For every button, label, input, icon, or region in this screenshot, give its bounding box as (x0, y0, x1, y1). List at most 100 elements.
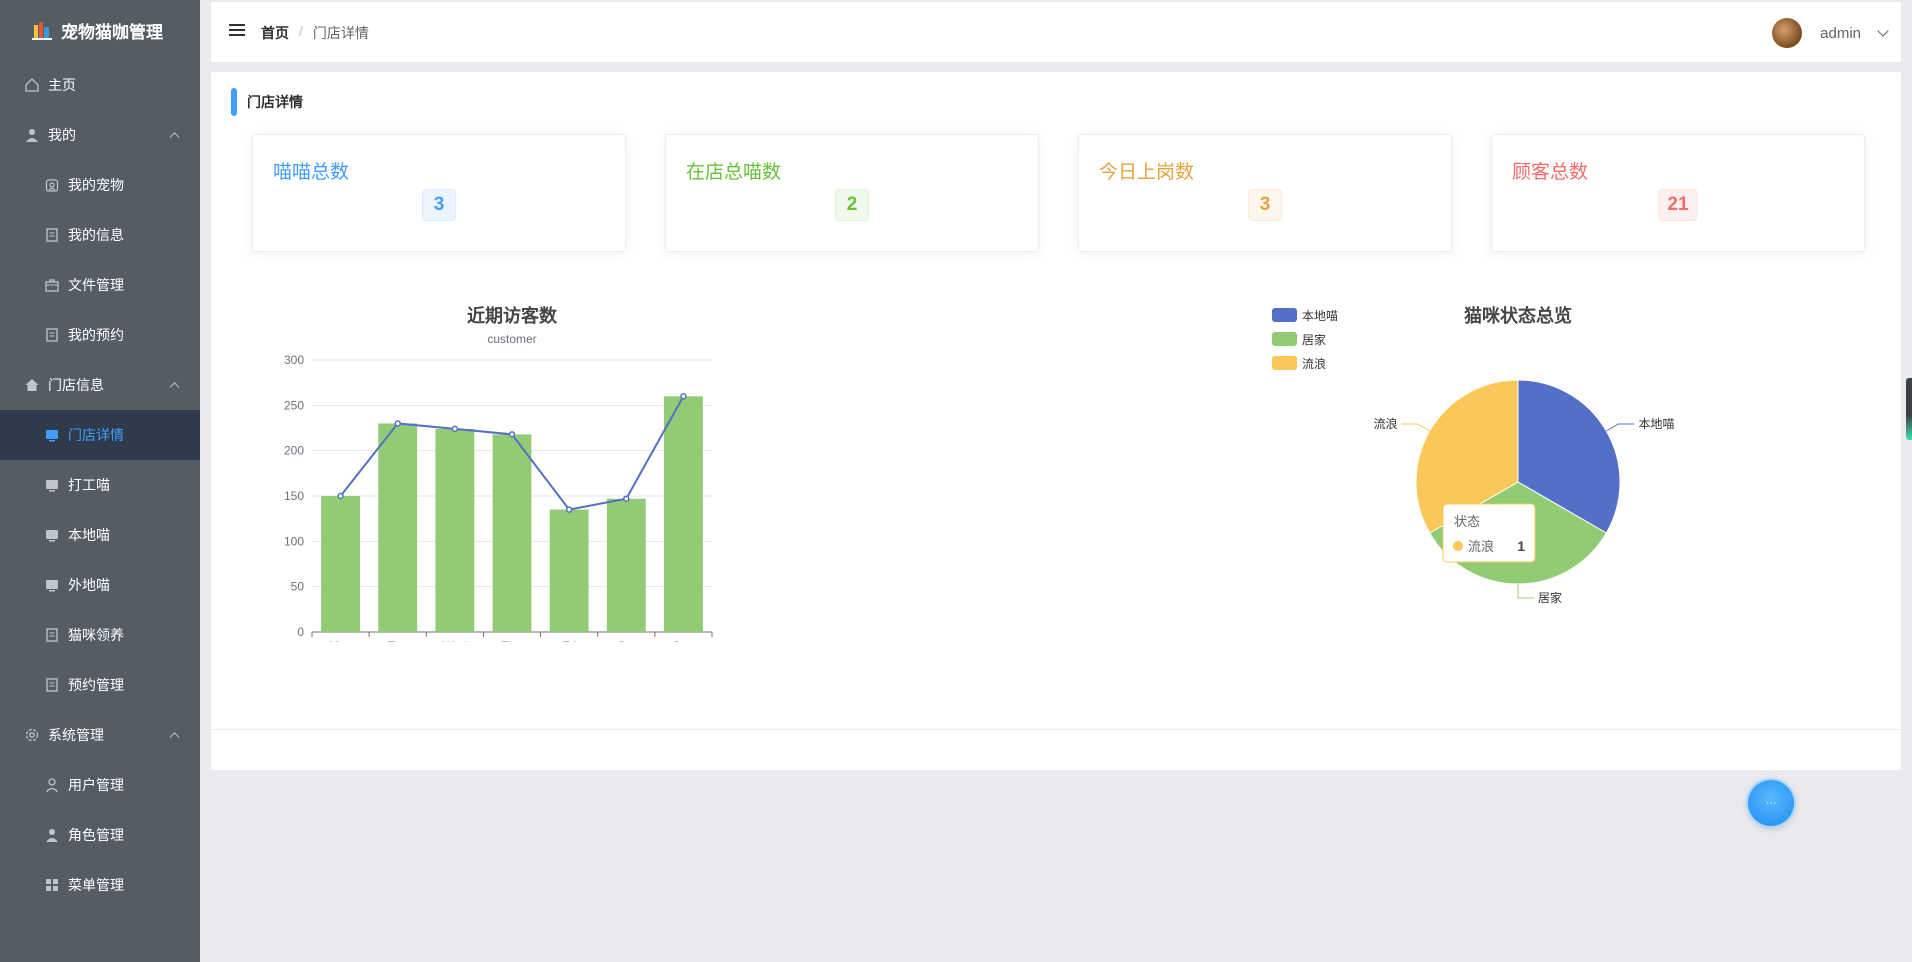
monitor-icon (44, 477, 60, 493)
x-tick-label: Sat (617, 639, 636, 642)
sidebar: 宠物猫咖管理 主页我的我的宠物 我的信息文件管理我的预约门店信息门店详情打工喵本地… (0, 0, 200, 962)
line-point-Tue[interactable] (394, 420, 401, 427)
x-tick-label: Sun (673, 639, 694, 642)
user-icon (24, 127, 40, 143)
bar-Thu[interactable] (492, 434, 532, 632)
sidebar-item-9[interactable]: 本地喵 (0, 510, 200, 560)
chevron-down-icon[interactable] (1877, 25, 1889, 37)
sidebar-item-6[interactable]: 门店信息 (0, 360, 200, 410)
sidebar-item-13[interactable]: 系统管理 (0, 710, 200, 760)
legend-label[interactable]: 居家 (1302, 332, 1326, 347)
fab-label: ··· (1765, 797, 1777, 809)
sidebar-item-label: 外地喵 (68, 577, 110, 593)
sidebar-item-3[interactable]: 我的信息 (0, 210, 200, 260)
y-tick-label: 300 (284, 353, 304, 367)
legend-swatch-2[interactable] (1272, 356, 1297, 370)
sidebar-item-label: 我的 (48, 127, 76, 143)
sidebar-item-16[interactable]: 菜单管理 (0, 860, 200, 910)
sidebar-item-0[interactable]: 主页 (0, 60, 200, 110)
sidebar-item-1[interactable]: 我的 (0, 110, 200, 160)
document-icon (44, 227, 60, 243)
line-point-Sun[interactable] (680, 393, 687, 400)
logo-icon (32, 22, 52, 40)
avatar[interactable] (1772, 18, 1803, 48)
sidebar-item-label: 门店信息 (48, 377, 104, 393)
sidebar-item-label: 猫咪领养 (68, 627, 124, 643)
bar-Sat[interactable] (606, 498, 646, 632)
chart-subtitle: customer (487, 332, 536, 346)
sidebar-item-14[interactable]: 用户管理 (0, 760, 200, 810)
document-icon (44, 627, 60, 643)
sidebar-item-15[interactable]: 角色管理 (0, 810, 200, 860)
section-title-text: 门店详情 (247, 94, 303, 110)
bar-Wed[interactable] (435, 428, 475, 632)
tooltip-marker (1453, 541, 1463, 551)
home-icon (24, 77, 40, 93)
monitor-icon (44, 577, 60, 593)
sidebar-item-label: 我的预约 (68, 327, 124, 343)
legend-label[interactable]: 本地喵 (1302, 309, 1338, 323)
floating-action-button[interactable]: ··· (1748, 780, 1794, 826)
scroll-handle[interactable] (1906, 378, 1912, 440)
chart-title: 猫咪状态总览 (1464, 305, 1572, 326)
sidebar-item-7[interactable]: 门店详情 (0, 410, 200, 460)
sidebar-item-12[interactable]: 预约管理 (0, 660, 200, 710)
stat-value-badge: 3 (1248, 189, 1282, 221)
chart-title: 近期访客数 (467, 305, 558, 326)
app-title: 宠物猫咖管理 (61, 22, 163, 42)
username[interactable]: admin (1820, 25, 1861, 42)
sidebar-item-label: 角色管理 (68, 827, 124, 843)
pie-label: 流浪 (1374, 416, 1398, 431)
line-point-Sat[interactable] (623, 495, 630, 502)
sidebar-item-11[interactable]: 猫咪领养 (0, 610, 200, 660)
user-icon (44, 827, 60, 843)
visitor-chart: 近期访客数 customer 0 50 100 150 200 250 300 Mon Tue Wed… (284, 305, 713, 642)
chevron-up-icon[interactable] (169, 132, 180, 143)
breadcrumb-home[interactable]: 首页 (261, 23, 289, 43)
tooltip-title: 状态 (1454, 514, 1480, 529)
menu-toggle-icon[interactable] (229, 24, 245, 38)
stat-value-badge: 2 (835, 189, 869, 221)
x-tick-label: Wed (443, 639, 467, 642)
sidebar-item-4[interactable]: 文件管理 (0, 260, 200, 310)
bar-Tue[interactable] (378, 423, 418, 632)
stat-title: 今日上岗数 (1099, 162, 1195, 183)
bar-Mon[interactable] (321, 496, 360, 632)
line-point-Fri[interactable] (565, 506, 573, 513)
sidebar-item-label: 主页 (48, 77, 76, 93)
sidebar-menu: 主页我的我的宠物 我的信息文件管理我的预约门店信息门店详情打工喵本地喵外地喵猫咪领… (0, 60, 200, 910)
section-accent-bar (231, 88, 237, 116)
pie-label: 居家 (1538, 590, 1562, 605)
pie-label-line (1606, 423, 1635, 432)
legend-label[interactable]: 流浪 (1302, 356, 1326, 371)
y-tick-label: 50 (291, 580, 305, 594)
panel-footer-divider (211, 729, 1901, 730)
app-logo: 宠物猫咖管理 (0, 0, 200, 60)
y-tick-label: 0 (297, 625, 304, 639)
sidebar-item-label: 预约管理 (68, 677, 124, 693)
document-icon (44, 677, 60, 693)
legend-swatch-0[interactable] (1272, 308, 1297, 322)
line-point-Thu[interactable] (508, 431, 516, 438)
sidebar-item-10[interactable]: 外地喵 (0, 560, 200, 610)
x-tick-label: Mon (329, 639, 352, 642)
gear-icon (24, 727, 40, 743)
sidebar-item-label: 系统管理 (48, 727, 104, 743)
user-menu[interactable]: admin (1772, 18, 1889, 48)
sidebar-item-label: 文件管理 (68, 277, 124, 293)
bar-Fri[interactable] (549, 509, 589, 632)
chart-tooltip: 状态流浪 1 (1442, 503, 1536, 563)
legend-swatch-1[interactable] (1272, 332, 1297, 346)
sidebar-item-5[interactable]: 我的预约 (0, 310, 200, 360)
chevron-up-icon[interactable] (169, 382, 180, 393)
sidebar-item-label: 打工喵 (68, 477, 110, 493)
sidebar-item-8[interactable]: 打工喵 (0, 460, 200, 510)
stat-value-badge: 21 (1658, 189, 1698, 221)
y-tick-label: 100 (284, 534, 304, 548)
chevron-up-icon[interactable] (169, 732, 180, 743)
y-tick-label: 200 (284, 444, 304, 458)
sidebar-item-2[interactable]: 我的宠物 (0, 160, 200, 210)
line-point-Mon[interactable] (337, 492, 344, 500)
line-point-Wed[interactable] (451, 425, 459, 433)
bar-Sun[interactable] (664, 396, 703, 632)
